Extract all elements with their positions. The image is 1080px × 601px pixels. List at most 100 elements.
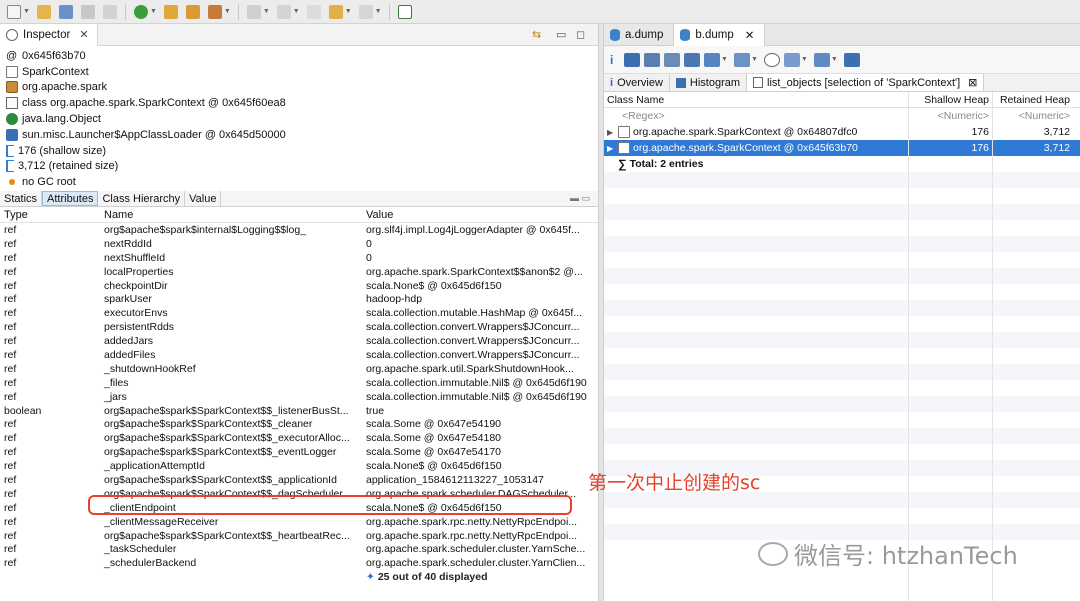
new-icon[interactable] — [4, 3, 24, 21]
sum-icon: ∑ — [618, 157, 627, 171]
folder-icon[interactable] — [183, 3, 203, 21]
more-entries[interactable]: ✦ 25 out of 40 displayed — [0, 570, 598, 584]
run-icon[interactable] — [131, 3, 151, 21]
expand-arrow-icon[interactable]: ▶ — [607, 128, 615, 137]
attribute-row[interactable]: ref org$apache$spark$SparkContext$$_clean… — [0, 417, 598, 431]
search-icon[interactable] — [763, 52, 780, 67]
attribute-row[interactable]: boolean org$apache$spark$SparkContext$$_l… — [0, 404, 598, 418]
tab-statics[interactable]: Statics — [0, 191, 43, 206]
filter-row[interactable]: <Regex> <Numeric> <Numeric> — [604, 108, 1080, 124]
attribute-value: scala.collection.convert.Wrappers$JConcu… — [366, 335, 580, 348]
attribute-row[interactable]: ref nextShuffleId 0 — [0, 251, 598, 265]
column-name[interactable]: Name — [100, 209, 362, 221]
attribute-row[interactable]: ref sparkUser hadoop-hdp — [0, 292, 598, 306]
tab-attributes[interactable]: Attributes — [42, 191, 99, 206]
tab-inspector[interactable]: Inspector ✕ — [0, 23, 98, 46]
attribute-row[interactable]: ref nextRddId 0 — [0, 237, 598, 251]
class-icon — [6, 97, 18, 110]
column-class-name[interactable]: Class Name — [604, 94, 908, 106]
pin-icon[interactable] — [244, 3, 264, 21]
next-annotation-icon[interactable] — [274, 3, 294, 21]
object-row[interactable]: ▶ org.apache.spark.SparkContext @ 0x64807… — [604, 124, 1080, 140]
attribute-row[interactable]: ref _clientMessageReceiver org.apache.spar… — [0, 515, 598, 529]
detail-address: @0x645f63b70 — [0, 48, 598, 64]
detail-classloader: sun.misc.Launcher$AppClassLoader @ 0x645… — [0, 127, 598, 143]
perspective-icon[interactable] — [395, 3, 415, 21]
oql-icon[interactable] — [664, 52, 680, 67]
attribute-row[interactable]: ref org$apache$spark$SparkContext$$_event… — [0, 445, 598, 459]
attribute-row[interactable]: ref _applicationAttemptId scala.None$ @ 0x… — [0, 459, 598, 473]
attribute-row[interactable]: ref localProperties org.apache.spark.Spark… — [0, 265, 598, 279]
empty-rows — [604, 172, 1080, 556]
inspector-subtabs: Statics Attributes Class Hierarchy Value… — [0, 191, 598, 207]
attribute-row[interactable]: ref org$apache$spark$SparkContext$$_appli… — [0, 473, 598, 487]
attribute-row[interactable]: ref addedFiles scala.collection.convert.Wr… — [0, 348, 598, 362]
close-icon[interactable]: ⊠ — [968, 76, 977, 89]
info-icon[interactable]: i — [610, 53, 620, 67]
attribute-value: org.apache.spark.SparkContext$$anon$2 @.… — [366, 265, 583, 278]
column-type[interactable]: Type — [0, 209, 100, 221]
attribute-row[interactable]: ref org$apache$spark$SparkContext$$_heart… — [0, 529, 598, 543]
tab-value[interactable]: Value — [185, 191, 222, 206]
retained-filter[interactable]: <Numeric> — [992, 110, 1076, 122]
tab-b-dump[interactable]: b.dump ✕ — [674, 23, 766, 46]
attribute-row[interactable]: ref _schedulerBackend org.apache.spark.sch… — [0, 556, 598, 570]
group-by-icon[interactable] — [783, 52, 800, 67]
tools-icon[interactable] — [205, 3, 225, 21]
annotation-label: 第一次中止创建的sc — [588, 472, 761, 494]
view-menu-icon[interactable]: ▬ ▭ — [570, 191, 598, 206]
objects-header: Class Name Shallow Heap Retained Heap — [604, 92, 1080, 108]
tab-overview[interactable]: i Overview — [604, 74, 670, 91]
histogram-icon[interactable] — [624, 52, 640, 67]
attribute-row[interactable]: ref _jars scala.collection.immutable.Nil$ … — [0, 390, 598, 404]
tab-a-dump[interactable]: a.dump — [604, 23, 675, 46]
object-row-selected[interactable]: ▶ org.apache.spark.SparkContext @ 0x645f6… — [604, 140, 1080, 156]
detail-class-name: SparkContext — [0, 64, 598, 80]
calculate-retained-icon[interactable] — [813, 52, 830, 67]
attribute-row[interactable]: ref addedJars scala.collection.convert.Wra… — [0, 334, 598, 348]
export-icon[interactable] — [843, 52, 860, 67]
link-icon[interactable]: ⇆ — [532, 28, 541, 41]
open-heap-dump-icon[interactable] — [34, 3, 54, 21]
expand-arrow-icon[interactable]: ▶ — [607, 144, 615, 153]
attribute-value: scala.collection.immutable.Nil$ @ 0x645d… — [366, 376, 587, 389]
tab-histogram[interactable]: Histogram — [670, 74, 748, 91]
attribute-row[interactable]: ref _shutdownHookRef org.apache.spark.util… — [0, 362, 598, 376]
attribute-name: _clientMessageReceiver — [104, 515, 219, 528]
query-browser-icon[interactable] — [733, 52, 750, 67]
minimize-icon[interactable]: ▭ — [556, 28, 566, 41]
attribute-row[interactable]: ref _taskScheduler org.apache.spark.schedu… — [0, 542, 598, 556]
at-icon: @ — [6, 49, 18, 62]
save-icon[interactable] — [56, 3, 76, 21]
last-edit-icon[interactable] — [304, 3, 324, 21]
shallow-filter[interactable]: <Numeric> — [908, 110, 992, 122]
tab-class-hierarchy[interactable]: Class Hierarchy — [98, 191, 186, 206]
attribute-row[interactable]: ref _files scala.collection.immutable.Nil$… — [0, 376, 598, 390]
close-icon[interactable]: ✕ — [745, 28, 755, 42]
inspector-icon — [6, 28, 18, 41]
dominator-tree-icon[interactable] — [644, 52, 660, 67]
print-icon[interactable] — [100, 3, 120, 21]
tab-list-objects[interactable]: list_objects [selection of 'SparkContext… — [747, 74, 985, 91]
regex-filter[interactable]: <Regex> — [622, 110, 665, 122]
thread-overview-icon[interactable] — [684, 52, 700, 67]
tab-label: b.dump — [695, 28, 734, 41]
save-all-icon[interactable] — [78, 3, 98, 21]
forward-icon[interactable] — [356, 3, 376, 21]
attribute-row[interactable]: ref executorEnvs scala.collection.mutable.… — [0, 306, 598, 320]
reports-icon[interactable] — [704, 52, 720, 67]
column-retained-heap[interactable]: Retained Heap — [992, 94, 1076, 106]
object-icon — [618, 126, 630, 138]
open-folder-icon[interactable] — [161, 3, 181, 21]
attribute-value: scala.Some @ 0x647e54180 — [366, 432, 501, 445]
attribute-row[interactable]: ref org$apache$spark$SparkContext$$_execu… — [0, 431, 598, 445]
back-icon[interactable] — [326, 3, 346, 21]
maximize-icon[interactable]: ◻ — [576, 28, 585, 41]
attribute-row[interactable]: ref org$apache$spark$internal$Logging$$lo… — [0, 223, 598, 237]
close-icon[interactable]: ✕ — [79, 28, 88, 41]
column-shallow-heap[interactable]: Shallow Heap — [908, 94, 992, 106]
attribute-type: ref — [4, 473, 17, 486]
attribute-row[interactable]: ref persistentRdds scala.collection.conver… — [0, 320, 598, 334]
column-value[interactable]: Value — [362, 209, 598, 221]
attribute-row[interactable]: ref checkpointDir scala.None$ @ 0x645d6f15… — [0, 279, 598, 293]
